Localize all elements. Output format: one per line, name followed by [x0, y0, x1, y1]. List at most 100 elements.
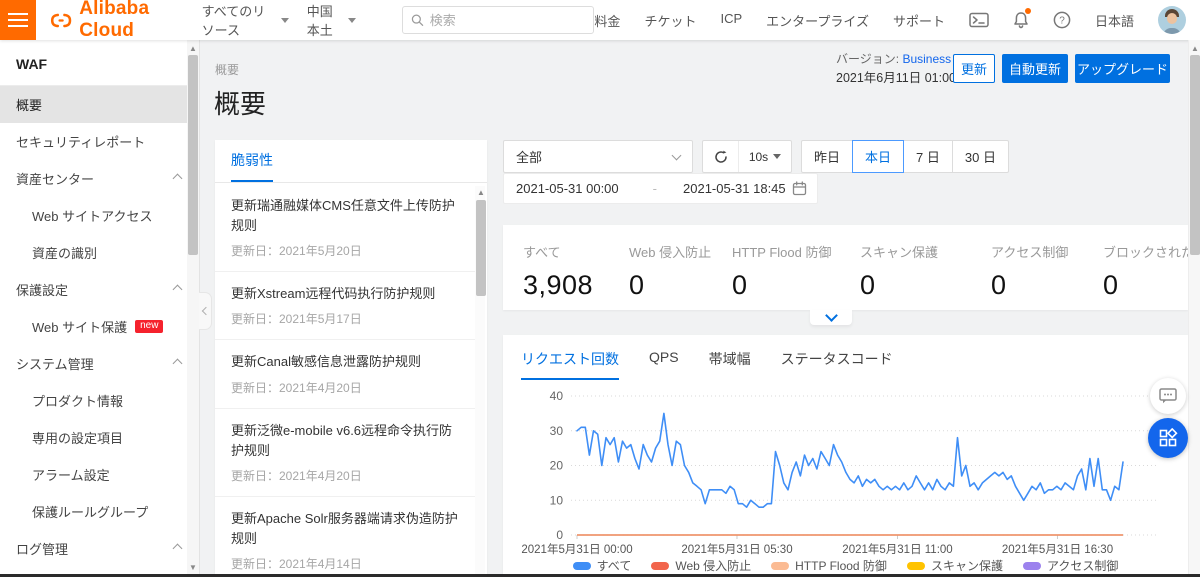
upgrade-button[interactable]: アップグレード	[1075, 54, 1170, 83]
range-button[interactable]: 本日	[852, 140, 904, 173]
console-terminal-icon[interactable]	[969, 12, 989, 28]
legend-item[interactable]: スキャン保護	[907, 557, 1003, 574]
vulnerability-list-item[interactable]: 更新Canal敏感信息泄露防护规则更新日：2021年4月20日	[215, 340, 475, 408]
top-nav-item[interactable]: ICP	[720, 11, 742, 30]
top-nav-item[interactable]: 料金	[594, 11, 620, 30]
date-start-value[interactable]: 2021-05-31 00:00	[516, 181, 619, 196]
scroll-up-arrow-icon[interactable]: ▲	[187, 42, 199, 54]
scroll-up-arrow-icon[interactable]: ▲	[1189, 42, 1200, 54]
date-range-separator: -	[653, 181, 657, 196]
sidebar-collapse-handle[interactable]	[199, 292, 212, 330]
region-selector[interactable]: 中国本土	[307, 1, 357, 39]
sidebar-item-asset-identification[interactable]: 資産の識別	[0, 234, 199, 271]
breadcrumb[interactable]: 概要	[215, 61, 239, 78]
sidebar-item-dedicated-settings[interactable]: 専用の設定項目	[0, 419, 199, 456]
line-chart-canvas: 0102030402021年5月31日 00:002021年5月31日 05:3…	[511, 383, 1171, 559]
resource-selector[interactable]: すべてのリソース	[202, 1, 289, 39]
region-selector-label: 中国本土	[307, 1, 343, 39]
version-value-link[interactable]: Business	[902, 52, 951, 66]
scope-dropdown[interactable]: 全部	[503, 140, 693, 173]
vulnerability-list-item[interactable]: 更新Xstream远程代码执行防护规则更新日：2021年5月17日	[215, 272, 475, 340]
shortcuts-button[interactable]	[1148, 418, 1188, 458]
vulnerability-list-item[interactable]: 更新瑞通融媒体CMS任意文件上传防护规则更新日：2021年5月20日	[215, 184, 475, 272]
top-nav-item[interactable]: チケット	[644, 11, 696, 30]
sidebar-item-log-management[interactable]: ログ管理	[0, 530, 199, 567]
alibaba-cloud-logo-mark	[50, 10, 72, 31]
vulnerability-title: 更新瑞通融媒体CMS任意文件上传防护规则	[231, 196, 465, 236]
vulnerabilities-scrollbar-thumb[interactable]	[476, 200, 486, 296]
stats-expander-button[interactable]	[810, 310, 852, 325]
chart-legend: すべて Web 侵入防止 HTTP Flood 防御 スキャン保護 アクセス制御	[503, 557, 1188, 574]
stat-column: Web 侵入防止0	[629, 242, 732, 301]
legend-item[interactable]: すべて	[573, 557, 632, 574]
legend-item[interactable]: Web 侵入防止	[651, 557, 751, 574]
page-title: 概要	[214, 84, 266, 121]
sidebar-item-asset-center[interactable]: 資産センター	[0, 160, 199, 197]
sidebar-item-label: Web サイト保護	[32, 317, 127, 336]
range-button[interactable]: 30 日	[952, 140, 1009, 173]
sidebar-item-label: 資産の識別	[32, 243, 97, 262]
sidebar-item-alarm-settings[interactable]: アラーム設定	[0, 456, 199, 493]
sidebar-item-protection-rule-groups[interactable]: 保護ルールグループ	[0, 493, 199, 530]
renew-button[interactable]: 更新	[953, 54, 995, 83]
legend-item[interactable]: アクセス制御	[1023, 557, 1118, 574]
sidebar-item-label: 資産センター	[16, 169, 94, 188]
range-button[interactable]: 昨日	[801, 140, 853, 173]
search-input[interactable]	[430, 13, 586, 28]
sidebar-item-label: アラーム設定	[32, 465, 110, 484]
hamburger-menu-icon[interactable]	[0, 0, 36, 40]
sidebar-item-product-info[interactable]: プロダクト情報	[0, 382, 199, 419]
topbar: Alibaba Cloud すべてのリソース 中国本土 料金 チケット ICP エンタ…	[0, 0, 1200, 40]
page-scrollbar[interactable]: ▲	[1188, 40, 1200, 577]
refresh-icon	[714, 150, 728, 164]
chart-tab[interactable]: ステータスコード	[781, 349, 893, 380]
date-end-value[interactable]: 2021-05-31 18:45	[683, 181, 786, 196]
vulnerability-list-item[interactable]: 更新Apache Solr服务器端请求伪造防护规则更新日：2021年4月14日	[215, 497, 475, 577]
page-scrollbar-thumb[interactable]	[1190, 55, 1200, 255]
legend-label: HTTP Flood 防御	[795, 557, 887, 574]
stat-value: 0	[1103, 270, 1188, 301]
vulnerability-title: 更新Xstream远程代码执行防护规则	[231, 284, 465, 304]
auto-renew-button[interactable]: 自動更新	[1002, 54, 1068, 83]
sidebar-item-system-management[interactable]: システム管理	[0, 345, 199, 382]
sidebar-item-label: セキュリティレポート	[16, 132, 145, 151]
sidebar-item-protection-settings[interactable]: 保護設定	[0, 271, 199, 308]
feedback-button[interactable]	[1150, 378, 1186, 414]
top-nav-item[interactable]: エンタープライズ	[766, 11, 869, 30]
sidebar-product-title: WAF	[0, 40, 199, 86]
refresh-interval-dropdown[interactable]: 10s	[739, 150, 791, 164]
vulnerabilities-scrollbar[interactable]: ▲ ▼	[475, 186, 485, 577]
user-avatar[interactable]	[1158, 6, 1186, 34]
chevron-up-icon	[173, 544, 183, 554]
vulnerability-list-item[interactable]: 更新泛微e-mobile v6.6远程命令执行防护规则更新日：2021年4月20…	[215, 409, 475, 497]
sidebar-item-overview[interactable]: 概要	[0, 86, 199, 123]
date-range-picker[interactable]: 2021-05-31 00:00 - 2021-05-31 18:45	[503, 173, 818, 204]
chart-tab[interactable]: リクエスト回数	[521, 349, 619, 380]
sidebar-item-website-protection[interactable]: Web サイト保護new	[0, 308, 199, 345]
chart-tab[interactable]: QPS	[649, 349, 679, 380]
vulnerability-update-date: 更新日：2021年4月14日	[231, 555, 465, 572]
sidebar-scrollbar[interactable]: ▲ ▼	[187, 40, 199, 577]
legend-item[interactable]: HTTP Flood 防御	[771, 557, 887, 574]
tab-vulnerabilities[interactable]: 脆弱性	[231, 150, 273, 182]
sidebar-scrollbar-thumb[interactable]	[188, 55, 198, 255]
range-button[interactable]: 7 日	[903, 140, 953, 173]
global-search[interactable]	[402, 6, 594, 34]
chart-tab[interactable]: 帯域幅	[709, 349, 751, 380]
svg-text:0: 0	[556, 528, 563, 542]
vulnerability-title: 更新Canal敏感信息泄露防护规则	[231, 352, 465, 372]
sidebar-item-website-access[interactable]: Web サイトアクセス	[0, 197, 199, 234]
sidebar-item-security-report[interactable]: セキュリティレポート	[0, 123, 199, 160]
notifications-bell-icon[interactable]	[1013, 11, 1029, 29]
scroll-down-arrow-icon[interactable]: ▼	[187, 561, 199, 573]
top-nav-item[interactable]: サポート	[893, 11, 945, 30]
version-label-text: バージョン:	[836, 52, 899, 66]
sidebar-item-label: システム管理	[16, 354, 94, 373]
help-icon[interactable]: ?	[1053, 11, 1071, 29]
scroll-up-arrow-icon[interactable]: ▲	[475, 186, 487, 198]
alibaba-cloud-logo[interactable]: Alibaba Cloud	[50, 0, 176, 42]
refresh-button[interactable]	[703, 141, 739, 172]
vulnerabilities-tabbar: 脆弱性	[215, 140, 487, 183]
vulnerability-update-date: 更新日：2021年4月20日	[231, 379, 465, 396]
language-selector[interactable]: 日本語	[1095, 11, 1134, 30]
